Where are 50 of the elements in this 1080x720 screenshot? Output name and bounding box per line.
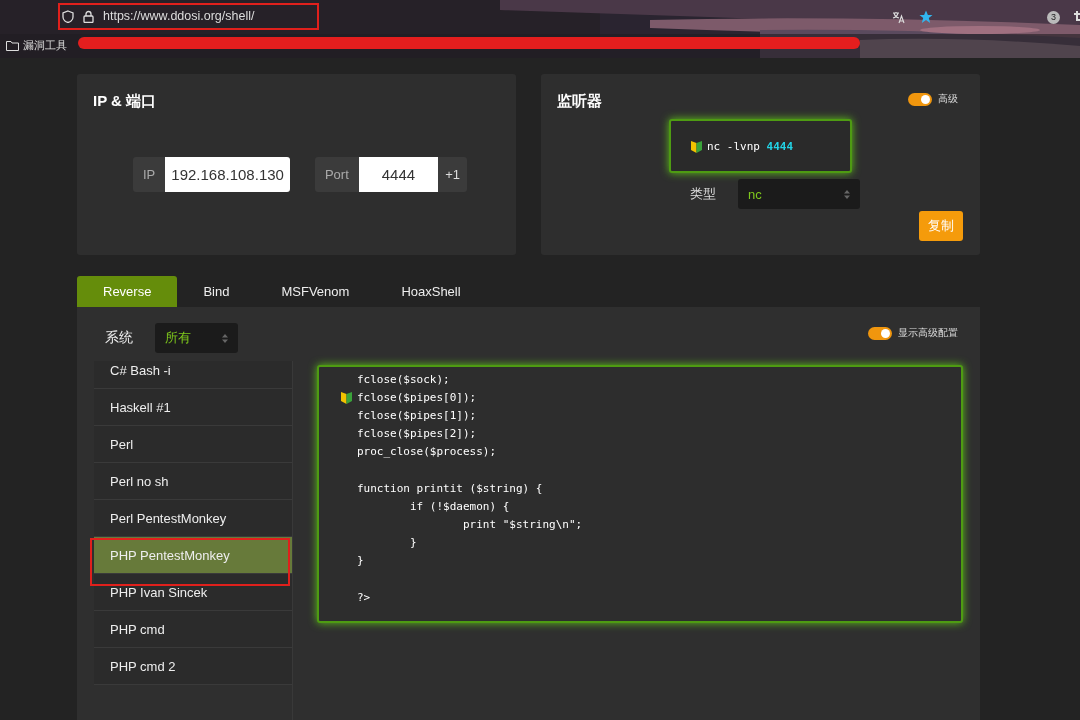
- shell-list-item[interactable]: PHP cmd 2: [94, 648, 292, 685]
- toggle-switch[interactable]: [908, 92, 932, 106]
- listener-command: nc -lvnp 4444: [707, 139, 794, 153]
- os-select[interactable]: 所有: [155, 323, 238, 353]
- type-label: 类型: [690, 185, 716, 203]
- select-arrows-icon: [222, 333, 228, 343]
- ip-label: IP: [133, 157, 166, 192]
- shell-list-item[interactable]: PHP cmd: [94, 611, 292, 648]
- shell-list-item[interactable]: Perl no sh: [94, 463, 292, 500]
- toggle-switch[interactable]: [868, 326, 892, 340]
- shell-list-item[interactable]: Haskell #1: [94, 389, 292, 426]
- shell-list-item[interactable]: C# Bash -i: [94, 361, 292, 389]
- code-line: ?>: [357, 590, 371, 604]
- code-line: if (!$daemon) {: [409, 499, 510, 513]
- code-line: fclose($sock);: [357, 372, 450, 386]
- shell-list-item[interactable]: Perl: [94, 426, 292, 463]
- code-line: fclose($pipes[1]);: [357, 408, 477, 422]
- leaf-badge-icon: [691, 139, 702, 153]
- shell-list-item[interactable]: PHP PentestMonkey: [94, 537, 292, 574]
- code-line: proc_close($process);: [357, 445, 497, 459]
- ip-field[interactable]: 192.168.108.130: [165, 157, 290, 192]
- code-line: }: [409, 536, 417, 550]
- code-line: fclose($pipes[2]);: [357, 427, 477, 441]
- card-title: 监听器: [557, 92, 602, 111]
- address-url[interactable]: https://www.ddosi.org/shell/: [103, 9, 255, 23]
- increment-button[interactable]: +1: [438, 157, 467, 192]
- bookmark-item[interactable]: 漏洞工具: [23, 38, 67, 53]
- toggle-label: 高级: [938, 92, 958, 106]
- folder-icon: [6, 40, 19, 51]
- tab[interactable]: Reverse: [77, 276, 178, 307]
- shell-list-item[interactable]: Perl PentestMonkey: [94, 500, 292, 537]
- tab[interactable]: HoaxShell: [375, 276, 487, 307]
- card-title: IP & 端口: [93, 92, 157, 111]
- code-line: fclose($pipes[0]);: [357, 390, 477, 404]
- code-line: }: [357, 554, 364, 568]
- port-label: Port: [314, 157, 359, 192]
- lock-icon[interactable]: [83, 9, 94, 23]
- shield-icon[interactable]: [62, 9, 74, 23]
- select-arrows-icon: [844, 189, 850, 199]
- os-label: 系统: [105, 329, 133, 347]
- tab[interactable]: Bind: [177, 276, 256, 307]
- toggle-label: 显示高级配置: [898, 326, 958, 340]
- code-line: print "$string\n";: [461, 518, 583, 532]
- type-select[interactable]: nc: [738, 179, 860, 209]
- shell-list-item[interactable]: PHP Ivan Sincek: [94, 574, 292, 611]
- translate-icon[interactable]: [892, 10, 905, 24]
- tab[interactable]: MSFVenom: [255, 276, 376, 307]
- code-line: function printit ($string) {: [357, 481, 543, 495]
- star-icon[interactable]: [919, 10, 933, 24]
- port-field[interactable]: 4444: [358, 157, 439, 192]
